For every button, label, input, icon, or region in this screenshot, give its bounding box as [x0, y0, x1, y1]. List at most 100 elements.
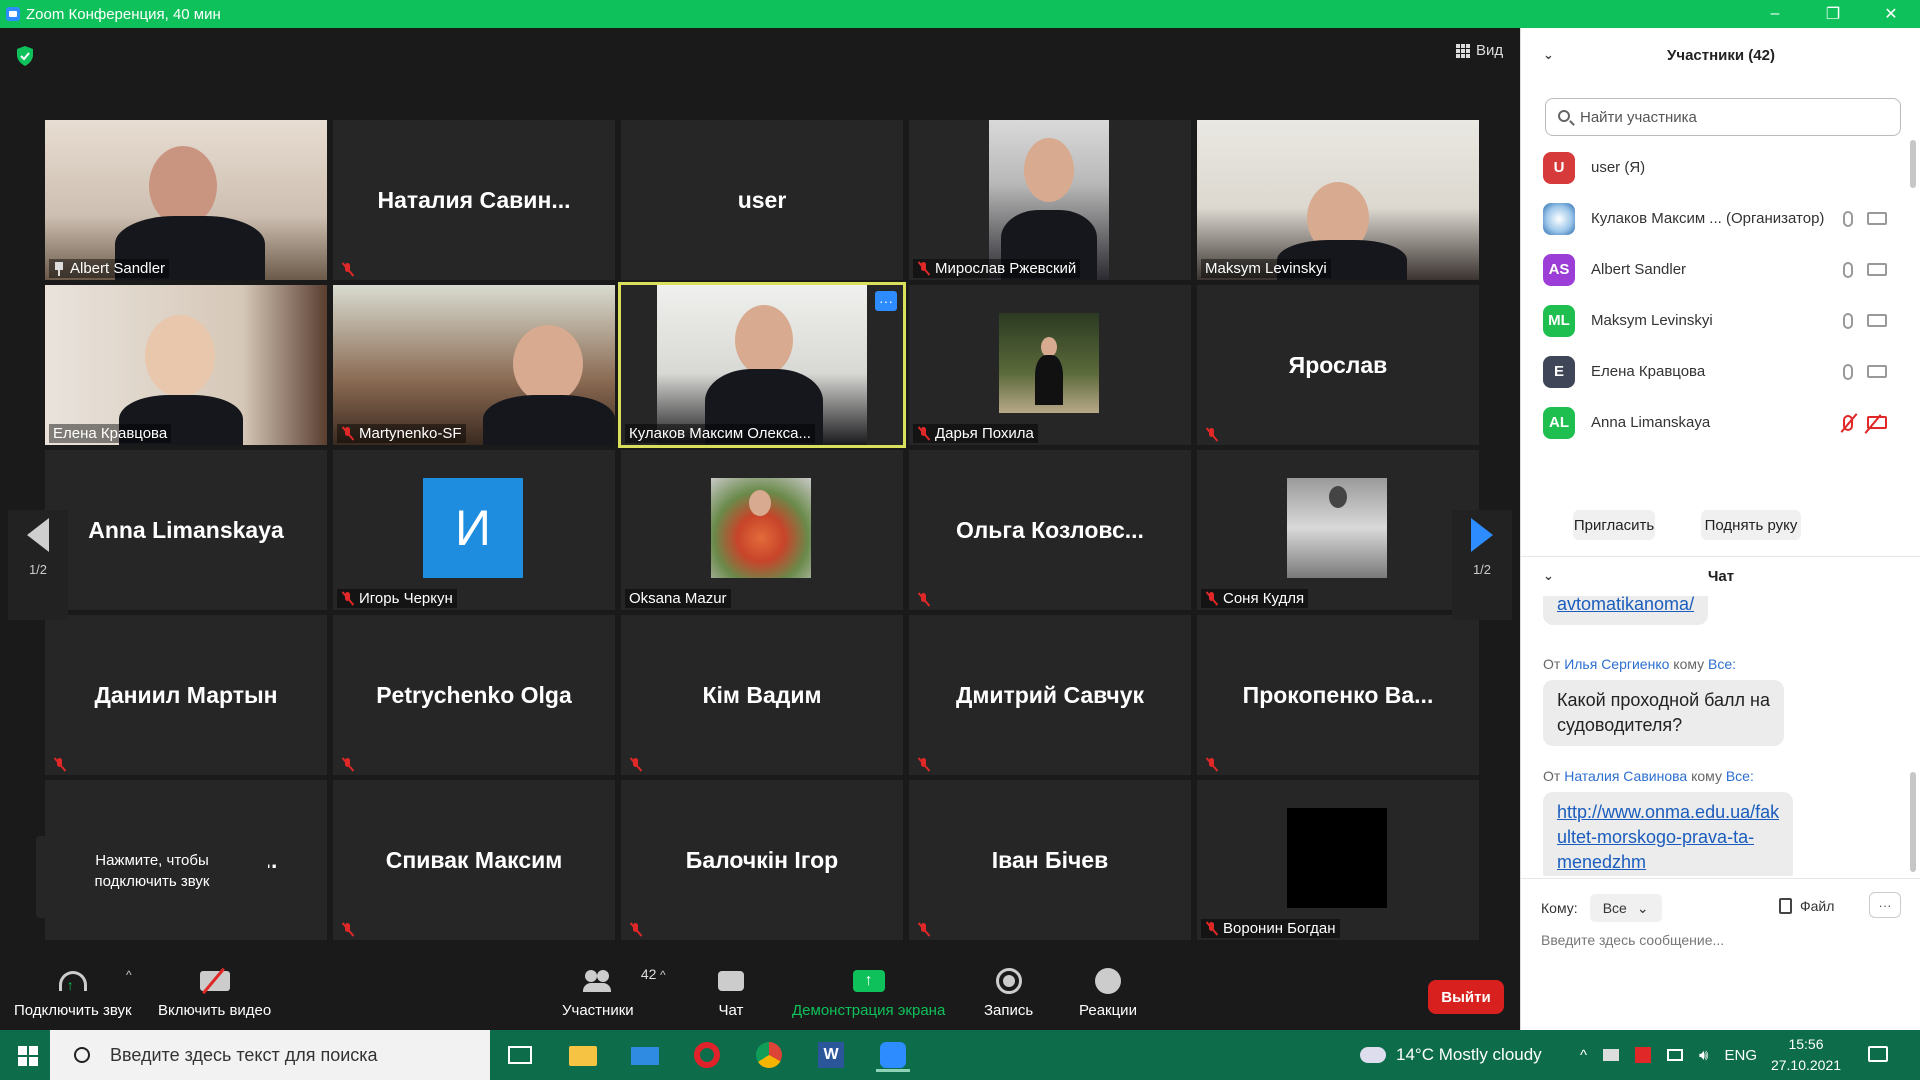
participant-search-input[interactable]: Найти участника — [1545, 98, 1901, 136]
video-tile[interactable]: Елена Кравцова — [45, 285, 327, 445]
participant-row[interactable] — [1521, 448, 1911, 458]
chevron-down-icon[interactable]: ⌄ — [1543, 47, 1554, 63]
windows-start-icon[interactable] — [18, 1046, 38, 1066]
video-tile[interactable]: Спивак Максим — [333, 780, 615, 940]
chat-header: ⌄ Чат — [1543, 567, 1735, 585]
start-video-button[interactable]: Включить видео — [158, 962, 271, 1019]
video-tile[interactable]: Воронин Богдан — [1197, 780, 1479, 940]
file-button[interactable]: Файл — [1779, 898, 1834, 914]
chat-link[interactable]: http://www.onma.edu.ua/fak ultet-morskog… — [1543, 792, 1794, 876]
reactions-button[interactable]: Реакции — [1079, 962, 1137, 1019]
tray-app-icon[interactable] — [1603, 1049, 1620, 1061]
chevron-down-icon: ⌄ — [1636, 899, 1649, 916]
to-label: Кому: — [1541, 900, 1578, 916]
participant-name: Дмитрий Савчук — [955, 681, 1145, 708]
taskbar-search-input[interactable]: Введите здесь текст для поиска — [50, 1030, 490, 1080]
next-page-button[interactable]: 1/2 — [1452, 510, 1512, 620]
participant-row[interactable]: Кулаков Максим ... (Организатор) — [1521, 193, 1911, 244]
minimize-button[interactable]: – — [1746, 0, 1804, 28]
video-tile[interactable]: Кім Вадим — [621, 615, 903, 775]
muted-mic-icon — [1205, 591, 1218, 606]
video-tile[interactable]: Petrychenko Olga — [333, 615, 615, 775]
participant-row[interactable]: AS Albert Sandler — [1521, 244, 1911, 295]
participant-row[interactable]: E Елена Кравцова — [1521, 346, 1911, 397]
share-screen-button[interactable]: ↑ Демонстрация экрана — [792, 962, 945, 1019]
muted-mic-icon — [341, 426, 354, 441]
chat-icon — [718, 971, 744, 991]
video-tile[interactable]: Балочкін Ігор — [621, 780, 903, 940]
invite-button[interactable]: Пригласить — [1573, 510, 1655, 540]
leave-button[interactable]: Выйти — [1428, 980, 1504, 1014]
network-icon[interactable] — [1667, 1049, 1684, 1061]
video-tile[interactable]: Дарья Похила — [909, 285, 1191, 445]
video-tile[interactable]: Соня Кудля — [1197, 450, 1479, 610]
chevron-up-icon[interactable]: ^ — [1580, 1047, 1587, 1064]
chat-button[interactable]: Чат — [718, 962, 744, 1019]
video-tile[interactable]: Anna Limanskaya — [45, 450, 327, 610]
prev-page-button[interactable]: 1/2 — [8, 510, 68, 620]
muted-mic-icon — [917, 592, 930, 607]
chat-message-input[interactable]: Введите здесь сообщение... — [1541, 932, 1724, 948]
recipient-select[interactable]: Все ⌄ — [1589, 894, 1662, 922]
tile-label — [913, 591, 934, 608]
mail-icon[interactable] — [628, 1038, 662, 1072]
video-tile[interactable]: И Игорь Черкун — [333, 450, 615, 610]
active-speaker-tile[interactable]: ··· Кулаков Максим Олекса... — [618, 282, 906, 448]
muted-mic-icon — [53, 757, 66, 772]
weather-widget[interactable]: 14°C Mostly cloudy — [1360, 1030, 1542, 1080]
clock[interactable]: 15:56 27.10.2021 — [1766, 1034, 1846, 1076]
security-shield-icon[interactable] — [16, 46, 34, 66]
chat-scrollbar[interactable] — [1910, 772, 1916, 872]
zoom-taskbar-icon[interactable] — [876, 1038, 910, 1072]
file-explorer-icon[interactable] — [566, 1038, 600, 1072]
windows-taskbar: Введите здесь текст для поиска W 14°C Mo… — [0, 1030, 1920, 1080]
language-indicator[interactable]: ENG — [1725, 1047, 1758, 1064]
avatar: AS — [1543, 253, 1575, 286]
mic-icon — [1843, 363, 1853, 380]
video-tile[interactable]: Ярослав — [1197, 285, 1479, 445]
chevron-down-icon[interactable]: ⌄ — [1543, 568, 1554, 584]
video-tile[interactable]: Oksana Mazur — [621, 450, 903, 610]
video-tile[interactable]: Ольга Козловс... — [909, 450, 1191, 610]
word-icon[interactable]: W — [814, 1038, 848, 1072]
participants-scrollbar[interactable] — [1910, 140, 1916, 188]
join-audio-button[interactable]: Подключить звук — [14, 962, 132, 1019]
video-tile[interactable]: Мирослав Ржевский — [909, 120, 1191, 280]
video-tile[interactable]: Іван Бічев — [909, 780, 1191, 940]
muted-mic-icon — [1205, 757, 1218, 772]
view-button[interactable]: Вид — [1456, 42, 1503, 59]
video-tile[interactable]: Дмитрий Савчук — [909, 615, 1191, 775]
chat-link[interactable]: avtomatikanoma/ — [1543, 596, 1709, 625]
tile-more-button[interactable]: ··· — [875, 291, 897, 311]
task-view-icon[interactable] — [504, 1038, 538, 1072]
avatar: U — [1543, 151, 1575, 184]
participant-row[interactable]: ML Maksym Levinskyi — [1521, 295, 1911, 346]
video-tile[interactable]: Martynenko-SF — [333, 285, 615, 445]
video-tile[interactable]: user — [621, 120, 903, 280]
participants-button[interactable]: 42 Участники — [562, 962, 656, 1019]
tray-app-icon[interactable] — [1635, 1047, 1652, 1063]
participant-name: Anna Limanskaya — [88, 516, 284, 543]
volume-icon[interactable]: 🔊︎ — [1699, 1047, 1708, 1064]
participant-row[interactable]: U user (Я) — [1521, 142, 1911, 193]
notifications-icon[interactable] — [1868, 1046, 1888, 1062]
tile-label: Воронин Богдан — [1201, 919, 1340, 938]
close-button[interactable]: ✕ — [1862, 0, 1920, 28]
video-tile[interactable]: Наталия Савин... — [333, 120, 615, 280]
tile-label: Martynenko-SF — [337, 424, 466, 443]
mic-icon — [1843, 312, 1853, 329]
more-options-button[interactable]: ··· — [1869, 892, 1901, 918]
participant-row[interactable]: AL Anna Limanskaya — [1521, 397, 1911, 448]
audio-options-caret[interactable]: ^ — [126, 968, 132, 982]
participants-options-caret[interactable]: ^ — [660, 968, 666, 982]
video-tile[interactable]: Даниил Мартын — [45, 615, 327, 775]
chrome-icon[interactable] — [752, 1038, 786, 1072]
video-tile[interactable]: Maksym Levinskyi — [1197, 120, 1479, 280]
raise-hand-button[interactable]: Поднять руку — [1701, 510, 1801, 540]
maximize-button[interactable]: ❐ — [1804, 0, 1862, 28]
opera-icon[interactable] — [690, 1038, 724, 1072]
video-tile[interactable]: Прокопенко Ва... — [1197, 615, 1479, 775]
video-tile[interactable]: Albert Sandler — [45, 120, 327, 280]
participant-name: Іван Бічев — [991, 846, 1109, 873]
record-button[interactable]: Запись — [984, 962, 1033, 1019]
